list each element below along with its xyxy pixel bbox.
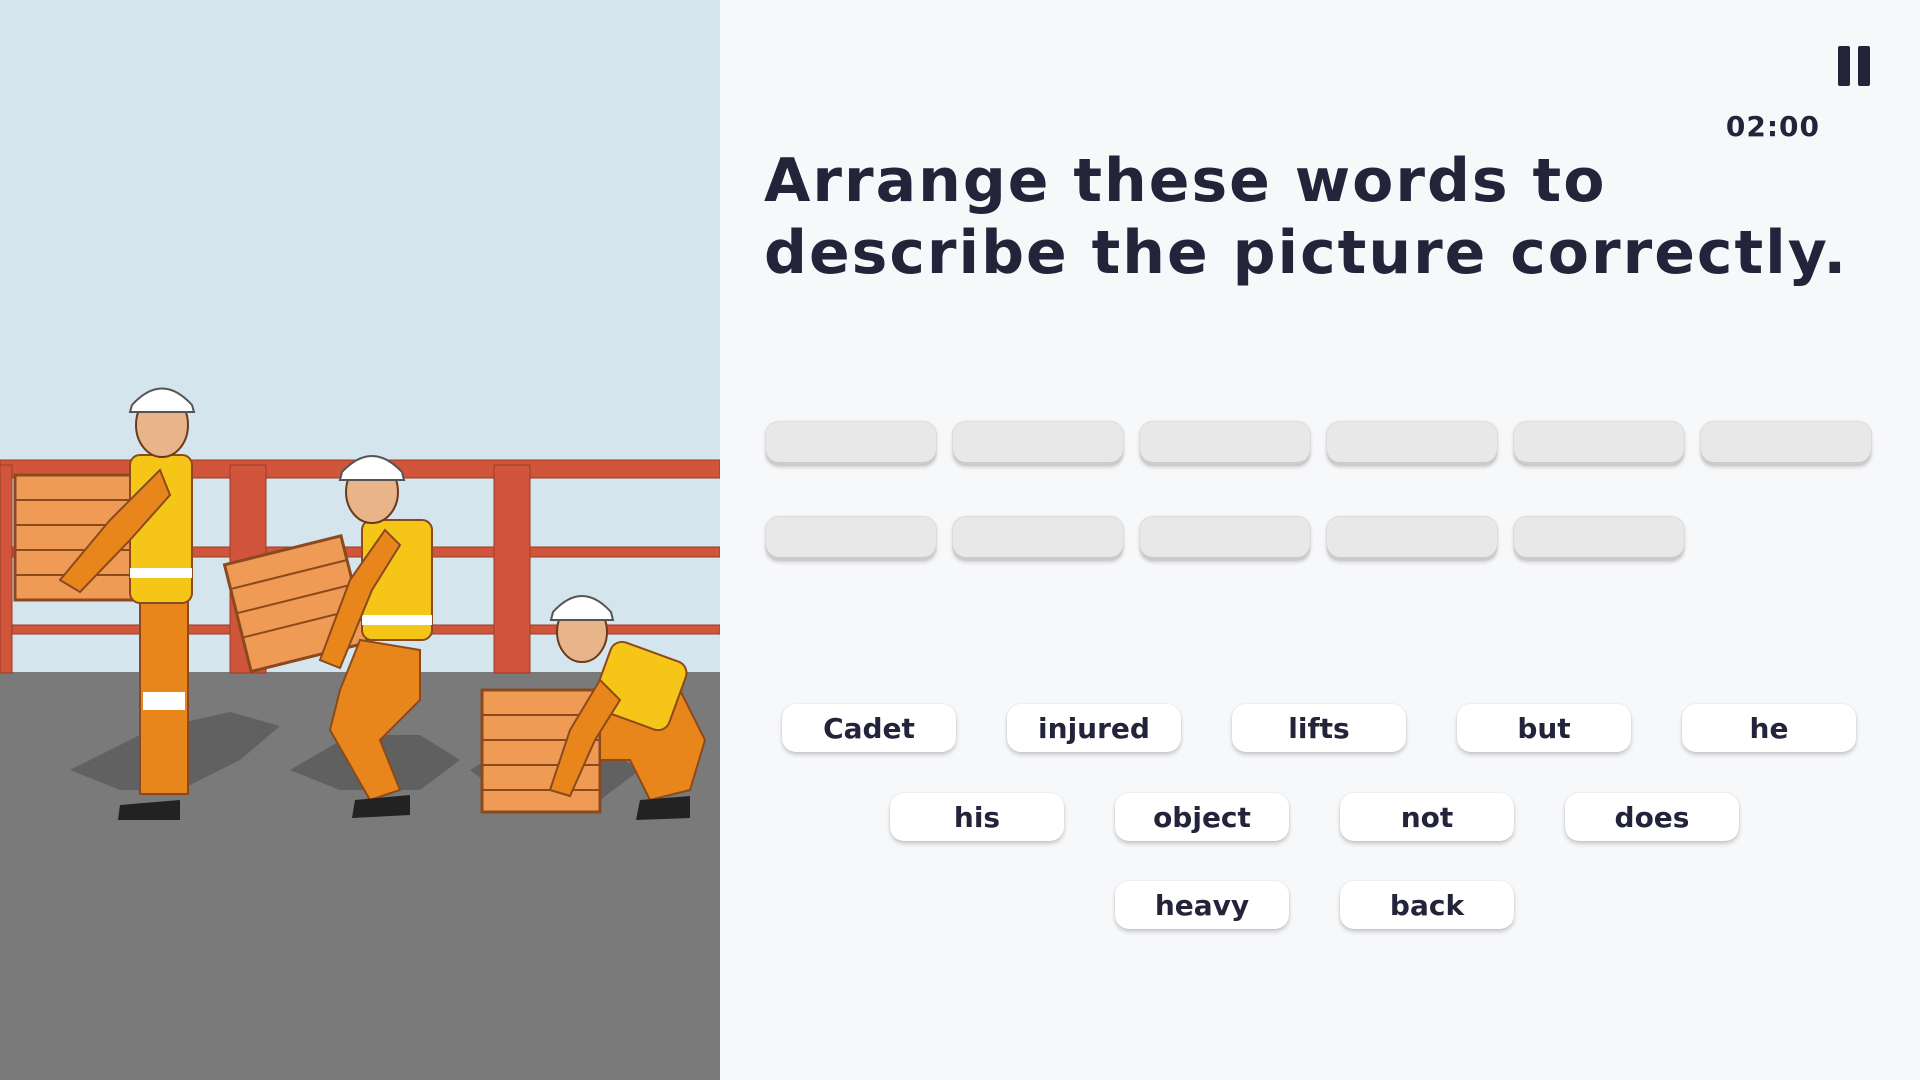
pause-icon-bar-right [1858,46,1870,86]
word-chip[interactable]: injured [1007,704,1181,752]
answer-slot[interactable] [952,421,1124,467]
word-chip[interactable]: he [1682,704,1856,752]
answer-slot[interactable] [1326,516,1498,562]
answer-slot[interactable] [765,421,937,467]
word-chip[interactable]: object [1115,793,1289,841]
answer-slot[interactable] [1139,421,1311,467]
pause-icon-bar-left [1838,46,1850,86]
word-chip[interactable]: lifts [1232,704,1406,752]
word-chip[interactable]: does [1565,793,1739,841]
answer-slot[interactable] [1139,516,1311,562]
answer-slot[interactable] [952,516,1124,562]
answer-slot[interactable] [1326,421,1498,467]
timer: 02:00 [1725,110,1820,143]
answer-slot[interactable] [1513,421,1685,467]
answer-slot[interactable] [765,516,937,562]
pause-button[interactable] [1838,46,1870,86]
word-chip[interactable]: back [1340,881,1514,929]
answer-slot[interactable] [1700,421,1872,467]
word-chip[interactable]: his [890,793,1064,841]
word-chip[interactable]: not [1340,793,1514,841]
word-chip[interactable]: heavy [1115,881,1289,929]
illustration-workers-lifting-boxes [0,0,720,1080]
word-chip[interactable]: but [1457,704,1631,752]
word-chip[interactable]: Cadet [782,704,956,752]
answer-slot[interactable] [1513,516,1685,562]
question-title: Arrange these words to describe the pict… [764,146,1849,288]
quiz-panel: 02:00 Arrange these words to describe th… [720,0,1920,1080]
